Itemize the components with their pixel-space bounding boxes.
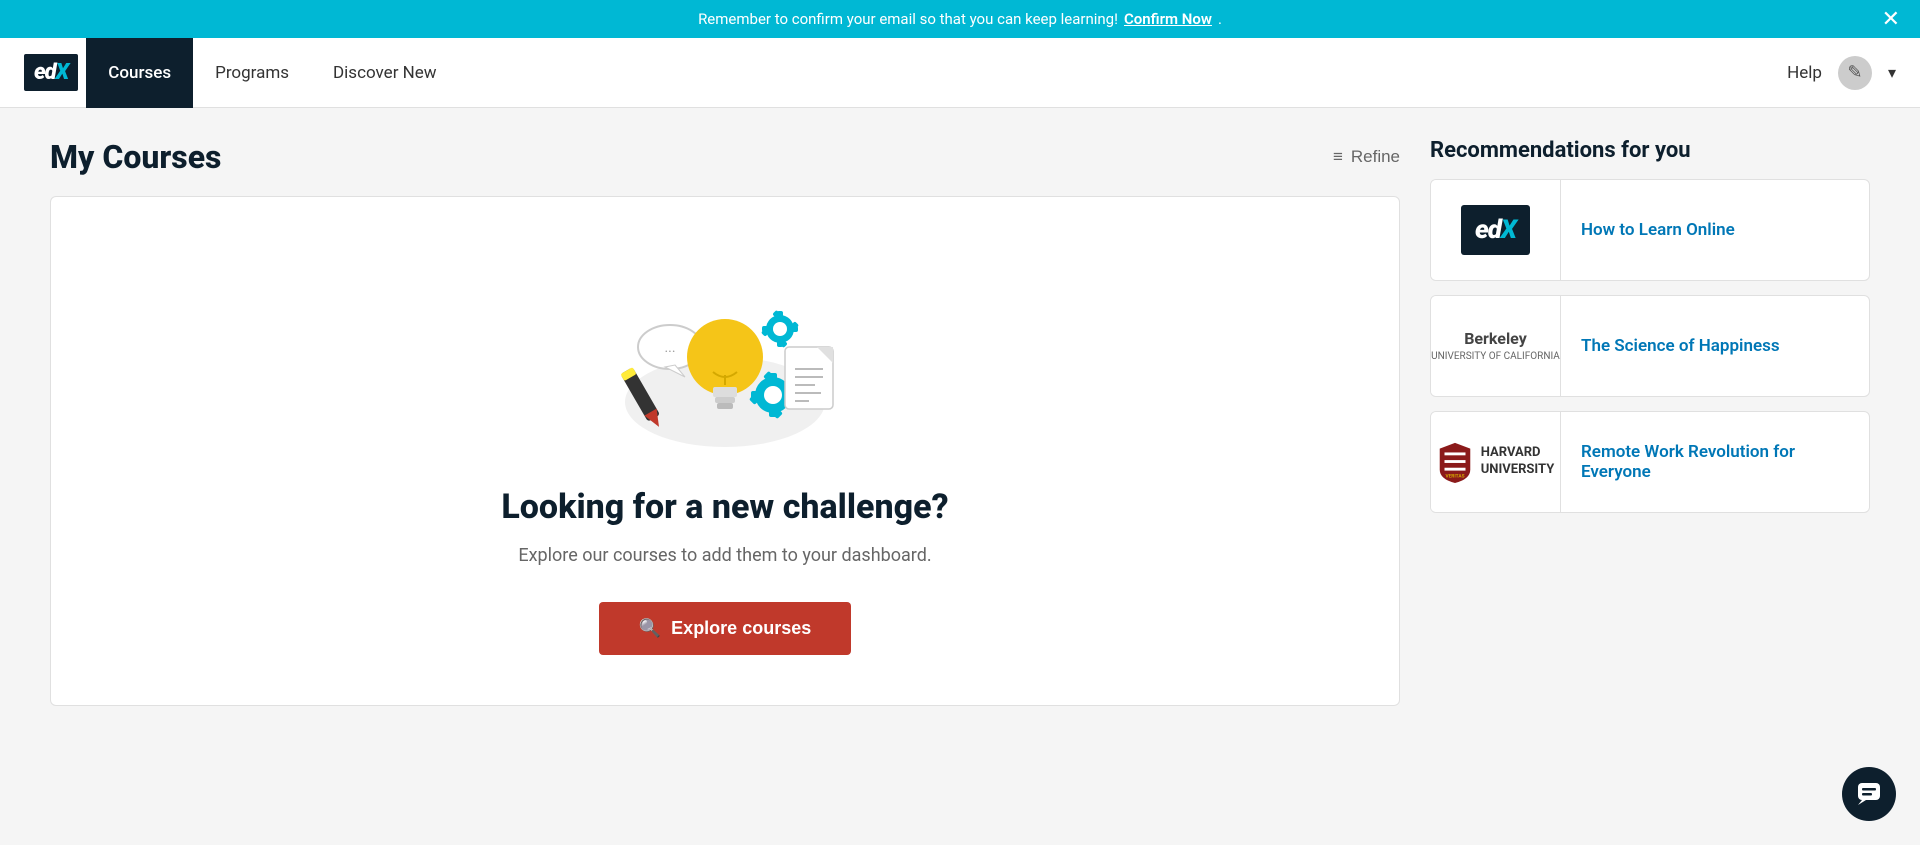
nav-help-link[interactable]: Help [1787, 63, 1822, 83]
challenge-title: Looking for a new challenge? [501, 487, 948, 527]
main-empty-card: ... [50, 196, 1400, 706]
nav-item-courses[interactable]: Courses [86, 38, 193, 108]
rec-logo-harvard: VERITAS HARVARD UNIVERSITY [1431, 412, 1561, 512]
svg-text:VERITAS: VERITAS [1445, 473, 1464, 479]
recommendations-title: Recommendations for you [1430, 138, 1870, 163]
banner-close-button[interactable]: ✕ [1882, 8, 1900, 30]
challenge-subtitle: Explore our courses to add them to your … [518, 545, 931, 566]
search-icon: 🔍 [639, 618, 661, 639]
recommendation-card-edx: edX How to Learn Online [1430, 179, 1870, 281]
page-header: My Courses ≡ Refine [50, 138, 1400, 176]
rec-title-edx[interactable]: How to Learn Online [1561, 220, 1755, 240]
confirm-link[interactable]: Confirm Now [1124, 10, 1212, 28]
banner-suffix: . [1218, 10, 1222, 28]
empty-state-illustration: ... [595, 257, 855, 457]
rec-logo-berkeley: Berkeley UNIVERSITY OF CALIFORNIA [1431, 296, 1561, 396]
page-title: My Courses [50, 138, 221, 176]
navbar: edX Courses Programs Discover New Help ✎… [0, 38, 1920, 108]
edx-brand-logo: edX [1461, 205, 1530, 255]
nav-item-discover[interactable]: Discover New [311, 63, 459, 83]
nav-right: Help ✎ ▾ [1787, 56, 1896, 90]
chat-bubble-button[interactable] [1842, 767, 1896, 821]
edx-logo[interactable]: edX [24, 54, 78, 91]
refine-label: Refine [1351, 147, 1400, 167]
harvard-shield-icon: VERITAS [1437, 441, 1473, 483]
chat-icon [1856, 781, 1882, 807]
refine-icon: ≡ [1333, 147, 1343, 167]
nav-chevron-icon[interactable]: ▾ [1888, 63, 1896, 82]
berkeley-brand-logo: Berkeley UNIVERSITY OF CALIFORNIA [1431, 329, 1560, 363]
recommendation-card-berkeley: Berkeley UNIVERSITY OF CALIFORNIA The Sc… [1430, 295, 1870, 397]
rec-logo-edx: edX [1431, 180, 1561, 280]
user-avatar[interactable]: ✎ [1838, 56, 1872, 90]
rec-title-harvard[interactable]: Remote Work Revolution for Everyone [1561, 442, 1869, 482]
rec-title-berkeley[interactable]: The Science of Happiness [1561, 336, 1800, 356]
nav-item-programs[interactable]: Programs [193, 63, 311, 83]
top-banner: Remember to confirm your email so that y… [0, 0, 1920, 38]
harvard-brand-logo: VERITAS HARVARD UNIVERSITY [1437, 441, 1555, 483]
svg-text:...: ... [664, 340, 675, 356]
left-section: My Courses ≡ Refine ... [50, 138, 1400, 706]
recommendations-sidebar: Recommendations for you edX How to Learn… [1430, 138, 1870, 527]
refine-button[interactable]: ≡ Refine [1333, 147, 1400, 167]
main-container: My Courses ≡ Refine ... [0, 108, 1920, 736]
explore-courses-button[interactable]: 🔍 Explore courses [599, 602, 851, 655]
banner-message: Remember to confirm your email so that y… [698, 10, 1118, 28]
recommendation-card-harvard: VERITAS HARVARD UNIVERSITY Remote Work R… [1430, 411, 1870, 513]
